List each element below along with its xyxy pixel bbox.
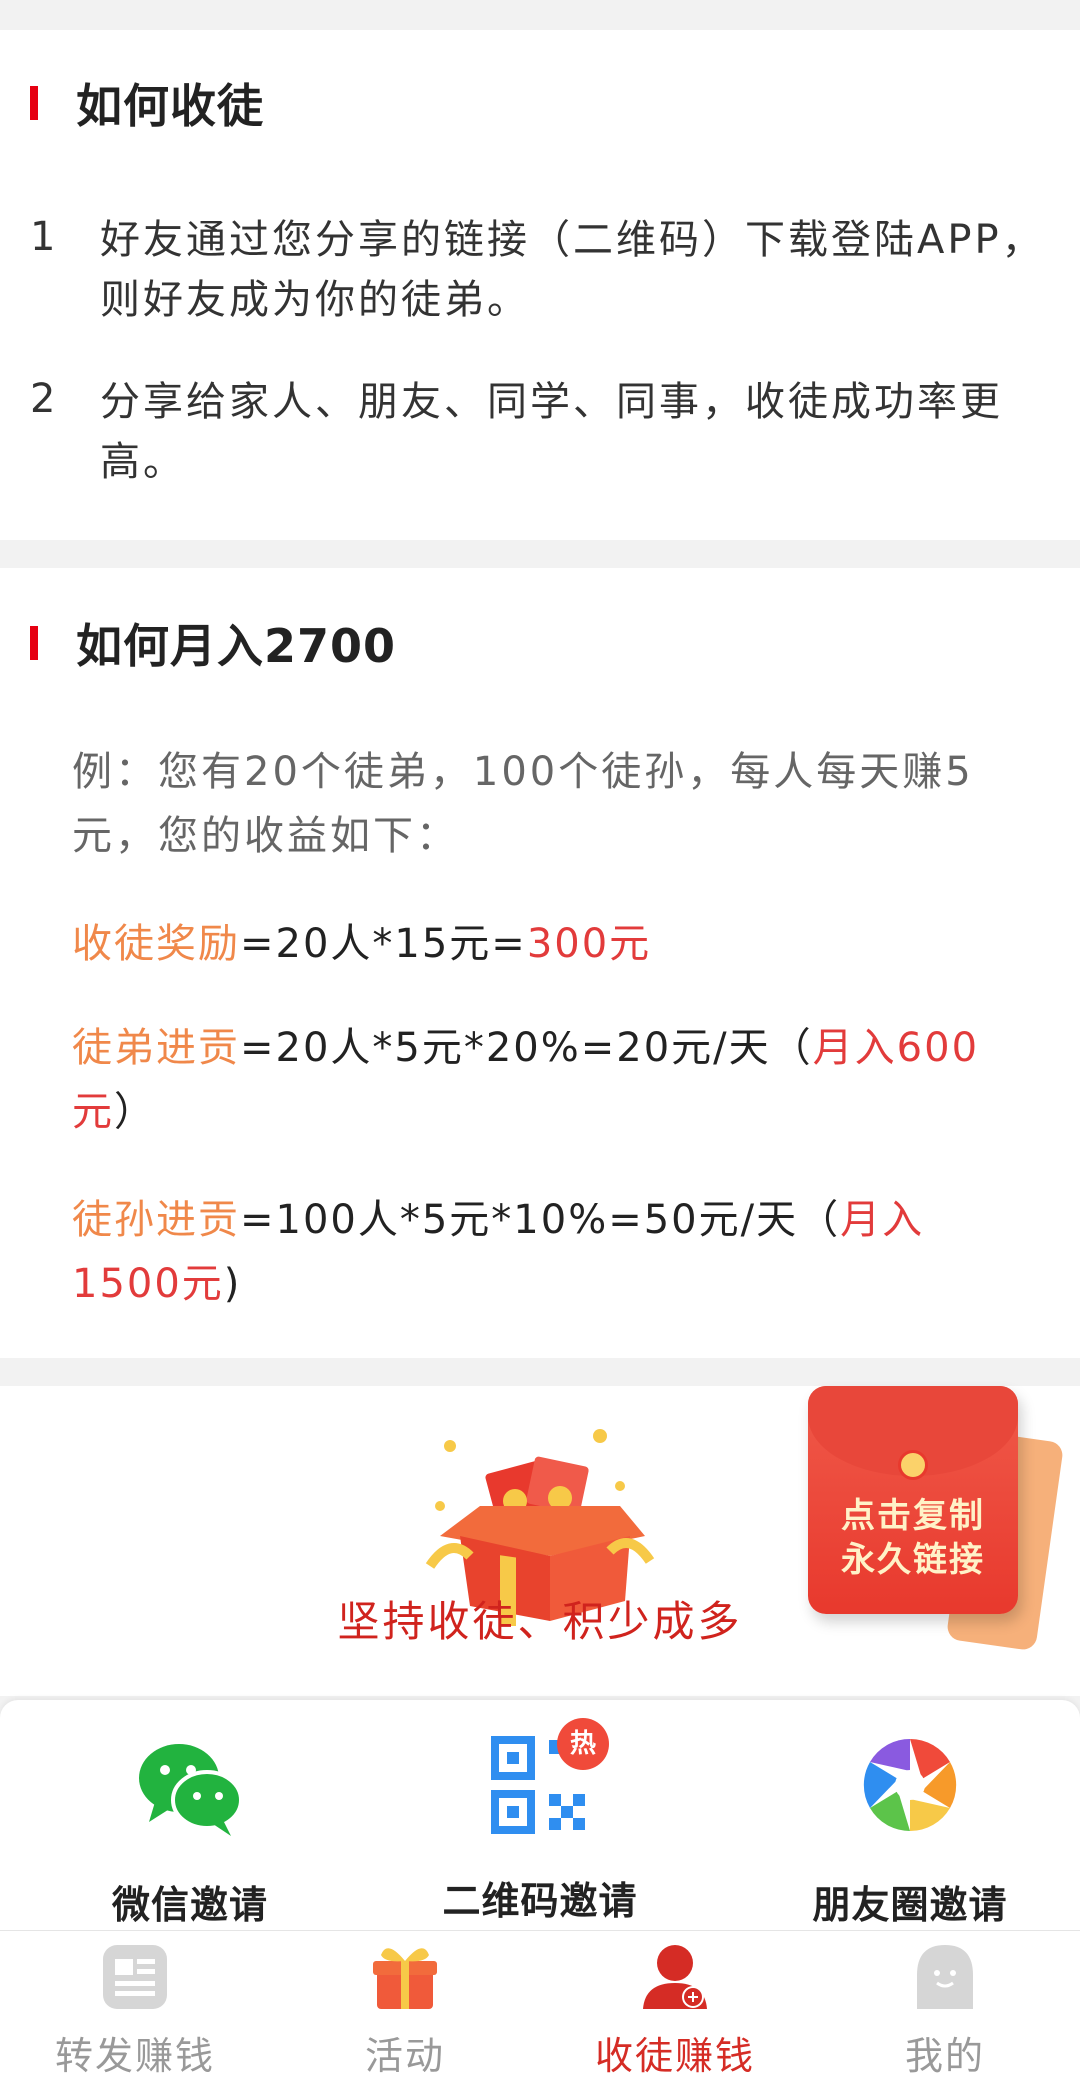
envelope-text: 点击复制 永久链接 — [808, 1494, 1018, 1582]
nav-tab-activity[interactable]: 活动 — [270, 1941, 540, 2080]
nav-label: 活动 — [364, 2034, 445, 2078]
nav-tab-share-earn[interactable]: 转发赚钱 — [0, 1941, 270, 2080]
qrcode-invite-button[interactable]: 热 二维码邀请 — [390, 1718, 690, 1925]
hot-badge: 热 — [557, 1718, 609, 1770]
profile-icon — [917, 1945, 973, 2009]
formula-expr: =100人*5元*10%=50元/天（ — [240, 1197, 841, 1243]
nav-tab-mine[interactable]: 我的 — [810, 1941, 1080, 2080]
formula-highlight: 300元 — [526, 921, 652, 967]
formula-line: 收徒奖励=20人*15元=300元 — [72, 912, 1032, 976]
promo-card: 坚持收徒、积少成多 点击复制 永久链接 — [0, 1386, 1080, 1696]
how-to-recruit-card: 如何收徒 1 好友通过您分享的链接（二维码）下载登陆APP，则好友成为你的徒弟。… — [0, 30, 1080, 540]
formula-suffix: ) — [223, 1261, 242, 1307]
bottom-nav: 转发赚钱 活动 收徒赚钱 我的 — [0, 1930, 1080, 2086]
moments-icon — [863, 1738, 957, 1832]
step-number: 1 — [30, 214, 56, 260]
formula-suffix: ） — [114, 1089, 156, 1135]
nav-tab-recruit-earn[interactable]: 收徒赚钱 — [540, 1941, 810, 2080]
nav-label: 收徒赚钱 — [594, 2034, 755, 2078]
step-text: 好友通过您分享的链接（二维码）下载登陆APP，则好友成为你的徒弟。 — [100, 217, 1045, 323]
section-title: 如何收徒 — [76, 79, 264, 133]
moments-invite-button[interactable]: 朋友圈邀请 — [760, 1730, 1060, 1929]
monthly-income-card: 如何月入2700 例：您有20个徒弟，100个徒孙，每人每天赚5元，您的收益如下… — [0, 568, 1080, 1358]
step-text: 分享给家人、朋友、同学、同事，收徒成功率更高。 — [100, 379, 1003, 485]
formula-expr: =20人*15元= — [240, 921, 527, 967]
section-header: 如何收徒 — [30, 70, 264, 136]
share-label: 朋友圈邀请 — [812, 1883, 1008, 1927]
qrcode-icon-wrap: 热 — [485, 1718, 609, 1840]
envelope-line: 点击复制 — [841, 1496, 985, 1536]
nav-label: 转发赚钱 — [54, 2034, 215, 2078]
promo-slogan: 坚持收徒、积少成多 — [337, 1597, 743, 1646]
section-title: 如何月入2700 — [76, 619, 397, 673]
copy-link-button[interactable]: 点击复制 永久链接 — [808, 1386, 1018, 1614]
section-marker — [30, 626, 38, 660]
nav-label: 我的 — [904, 2034, 985, 2078]
wechat-invite-button[interactable]: 微信邀请 — [40, 1730, 340, 1929]
share-label: 二维码邀请 — [442, 1879, 638, 1923]
formula-expr: =20人*5元*20%=20元/天（ — [240, 1025, 813, 1071]
user-add-icon — [643, 1945, 707, 2009]
gift-icon — [373, 1948, 437, 2009]
news-icon — [103, 1945, 167, 2009]
formula-label: 徒孙进贡 — [72, 1197, 240, 1243]
formula-line: 徒孙进贡=100人*5元*10%=50元/天（月入1500元) — [72, 1188, 1032, 1316]
section-header: 如何月入2700 — [30, 610, 396, 676]
envelope-line: 永久链接 — [841, 1540, 985, 1580]
step-number: 2 — [30, 376, 56, 422]
formula-label: 收徒奖励 — [72, 921, 240, 967]
example-text: 例：您有20个徒弟，100个徒孙，每人每天赚5元，您的收益如下： — [72, 749, 974, 859]
formula-line: 徒弟进贡=20人*5元*20%=20元/天（月入600元） — [72, 1016, 1032, 1144]
section-marker — [30, 86, 38, 120]
share-label: 微信邀请 — [111, 1883, 268, 1927]
step-item: 2 分享给家人、朋友、同学、同事，收徒成功率更高。 — [30, 372, 1050, 492]
formula-label: 徒弟进贡 — [72, 1025, 240, 1071]
coin-icon — [898, 1450, 928, 1480]
share-panel: 微信邀请 热 二维码邀请 朋友圈邀请 — [0, 1700, 1080, 1930]
step-item: 1 好友通过您分享的链接（二维码）下载登陆APP，则好友成为你的徒弟。 — [30, 210, 1050, 330]
wechat-icon — [139, 1744, 243, 1836]
